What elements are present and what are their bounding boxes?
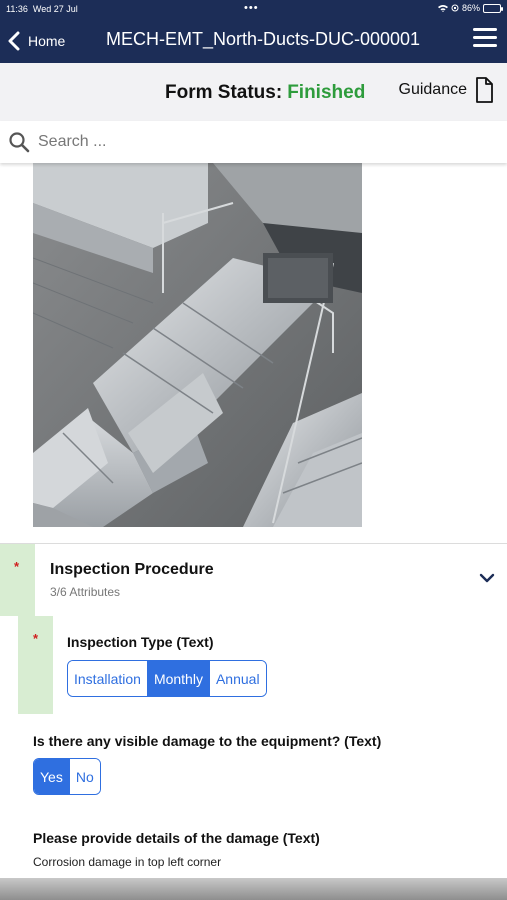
search-icon — [9, 132, 30, 153]
visible-damage-selector: Yes No — [33, 758, 101, 795]
document-icon — [476, 77, 493, 103]
field-label-damage-details: Please provide details of the damage (Te… — [33, 830, 320, 846]
form-status: Form Status: Finished — [165, 82, 365, 104]
hamburger-menu-icon[interactable] — [473, 28, 497, 52]
option-installation[interactable]: Installation — [68, 661, 147, 696]
field-label-visible-damage: Is there any visible damage to the equip… — [33, 733, 382, 749]
field-label-inspection-type: Inspection Type (Text) — [67, 634, 214, 650]
damage-details-value[interactable]: Corrosion damage in top left corner — [33, 855, 221, 869]
equipment-photo — [33, 163, 362, 527]
chevron-down-icon[interactable] — [479, 570, 495, 586]
battery-icon — [483, 3, 503, 13]
form-status-value: Finished — [287, 82, 366, 103]
option-yes[interactable]: Yes — [34, 759, 69, 794]
status-indicators: 86% — [437, 3, 503, 13]
search-bar — [0, 121, 507, 163]
navigation-bar: Home MECH-EMT_North-Ducts-DUC-000001 — [0, 18, 507, 63]
required-marker: * — [33, 631, 39, 646]
status-time: 11:36 Wed 27 Jul — [6, 4, 78, 14]
section-attribute-count: 3/6 Attributes — [50, 585, 121, 599]
page-title: MECH-EMT_North-Ducts-DUC-000001 — [106, 29, 421, 49]
required-marker: * — [14, 559, 20, 574]
form-status-bar: Form Status: Finished Guidance — [0, 63, 507, 121]
guidance-button[interactable]: Guidance — [399, 77, 494, 103]
section-divider — [0, 543, 507, 544]
option-annual[interactable]: Annual — [208, 661, 266, 696]
orientation-lock-icon — [451, 4, 459, 12]
back-button[interactable]: Home — [8, 26, 65, 56]
wifi-icon — [437, 5, 448, 12]
chevron-left-icon — [8, 31, 20, 51]
required-highlight — [0, 544, 35, 616]
back-button-label: Home — [28, 33, 66, 49]
multitasking-dots[interactable]: ••• — [244, 2, 259, 14]
option-no[interactable]: No — [68, 759, 100, 794]
inspection-type-selector: Installation Monthly Annual — [67, 660, 267, 697]
status-bar: 11:36 Wed 27 Jul ••• 86% — [0, 0, 507, 18]
option-monthly[interactable]: Monthly — [146, 661, 209, 696]
guidance-label: Guidance — [398, 81, 468, 98]
form-status-label: Form Status: — [165, 82, 283, 103]
bottom-edge — [0, 878, 507, 900]
search-input[interactable] — [38, 133, 478, 151]
section-title[interactable]: Inspection Procedure — [50, 561, 214, 579]
battery-percent: 86% — [461, 3, 480, 13]
